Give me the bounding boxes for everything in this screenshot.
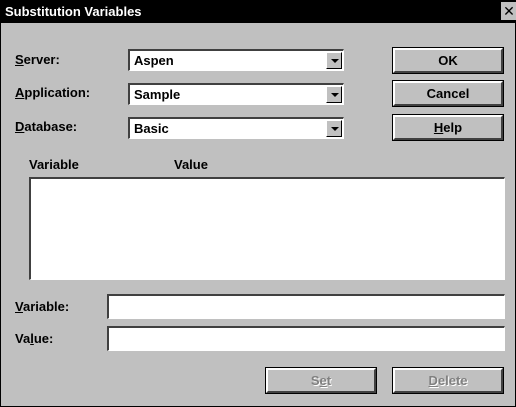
- database-select[interactable]: Basic: [128, 117, 344, 139]
- close-icon[interactable]: ✕: [501, 2, 516, 20]
- application-select[interactable]: Sample: [128, 83, 344, 105]
- delete-button[interactable]: Delete: [392, 367, 504, 394]
- application-label: Application:: [15, 85, 91, 100]
- database-value: Basic: [134, 121, 169, 136]
- set-button[interactable]: Set: [265, 367, 377, 394]
- database-label: Database:: [15, 119, 78, 134]
- substitution-variables-dialog: Substitution Variables ✕ Server: Aspen A…: [0, 0, 516, 407]
- value-label: Value:: [15, 331, 54, 346]
- column-header-value: Value: [174, 157, 208, 172]
- help-button[interactable]: Help: [392, 114, 504, 141]
- server-value: Aspen: [134, 53, 174, 68]
- chevron-down-icon[interactable]: [326, 120, 342, 137]
- variable-input[interactable]: [107, 294, 505, 319]
- chevron-down-icon[interactable]: [326, 52, 342, 69]
- title-bar: Substitution Variables ✕: [1, 1, 516, 23]
- server-select[interactable]: Aspen: [128, 49, 344, 71]
- cancel-button[interactable]: Cancel: [392, 80, 504, 107]
- server-label: Server:: [15, 52, 60, 67]
- variable-label: Variable:: [15, 299, 70, 314]
- value-input[interactable]: [107, 326, 505, 351]
- column-header-variable: Variable: [29, 157, 79, 172]
- ok-button[interactable]: OK: [392, 47, 504, 74]
- application-value: Sample: [134, 87, 181, 102]
- variables-list[interactable]: [29, 177, 505, 280]
- chevron-down-icon[interactable]: [326, 86, 342, 103]
- window-title: Substitution Variables: [5, 4, 142, 19]
